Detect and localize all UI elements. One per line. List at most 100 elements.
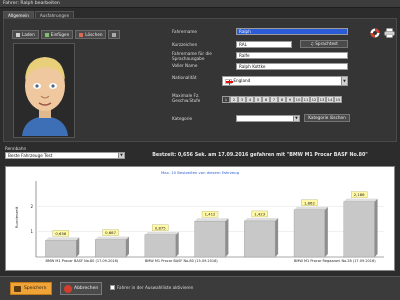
driver-portrait-image [14,44,74,137]
speed-level-6[interactable]: 6 [262,96,270,103]
track-select[interactable]: Beste Fahrzeuge Test ▼ [5,152,125,159]
chart-bar [194,221,226,258]
speech-test-button[interactable]: ♫ Sprachtest [300,40,348,48]
load-image-label: Laden [22,32,35,37]
delete-image-button[interactable]: Löschen [75,30,107,39]
category-select[interactable]: ▼ [236,115,300,122]
lifebuoy-icon[interactable] [370,28,380,38]
england-flag-icon [225,78,233,85]
chart-data-label: 0,875 [155,225,166,230]
speed-level-11[interactable]: 11 [302,96,310,103]
speed-level-10[interactable]: 10 [294,96,302,103]
tab-bar: Allgemein Ausfahrungen [3,11,75,18]
chart-y-tick-label: 1 [30,229,33,234]
speech-name-label: Fahrername für die Sprachausgabe [172,51,212,61]
paste-image-button[interactable]: Einfügen [40,30,74,39]
tab-general[interactable]: Allgemein [3,11,34,18]
chart-bar [343,201,375,258]
save-button[interactable]: Speichern [10,282,52,295]
chart-bar [244,220,276,258]
cancel-button[interactable]: Abbrechen [60,282,102,295]
speed-level-9[interactable]: 9 [286,96,294,103]
chart-data-label: 0,687 [105,230,116,235]
tab-races[interactable]: Ausfahrungen [34,11,75,18]
chart-bar [95,239,127,258]
chart-data-label: 1,862 [304,200,315,205]
save-label: Speichern [24,286,47,291]
chart-bar-side [374,198,378,257]
driver-name-field[interactable]: Ralph [236,28,348,35]
speed-level-15[interactable]: 15 [334,96,342,103]
speed-level-5[interactable]: 5 [254,96,262,103]
chart-bar [45,240,77,258]
chart-data-label: 0,656 [55,231,66,236]
image-toolbar: Laden Einfügen Löschen [12,30,121,39]
delete-image-label: Löschen [85,32,103,37]
chart-data-label: 2,186 [354,192,365,197]
disk-icon [112,32,117,37]
nationality-label: Nationalität [172,75,197,80]
abbreviation-label: Kurzzeichen [172,42,198,47]
speed-level-8[interactable]: 8 [278,96,286,103]
abbreviation-field[interactable]: RAL [236,41,292,48]
cancel-label: Abbrechen [74,286,99,291]
track-label: Rennbahn [5,146,27,151]
delete-category-button[interactable]: Kategorie löschen [304,114,350,122]
lap-times-chart: Max. 10 Bestzeiten von diesem Fahrzeug R… [5,166,395,271]
chart-bar [144,234,176,258]
track-value: Beste Fahrzeuge Test [8,153,53,158]
activate-driver-label: Fahrer in der Auswahlliste aktivieren [117,285,194,290]
chart-bar-side [125,236,129,257]
speed-level-1[interactable]: 1 [222,96,230,103]
chart-bar-side [324,206,328,257]
cancel-icon [64,285,72,293]
delete-icon [79,32,84,37]
chart-plot-area: 1 2 0,656 0,687 0,875 1,412 1,423 1,862 2,186 [30,181,384,258]
chart-x-category: BMW M1 Procar BASF No.80 (15.09.2016) [144,259,218,263]
paste-image-label: Einfügen [50,32,70,37]
full-name-field[interactable]: Ralph Kottke [236,63,348,70]
chart-bar-top [144,231,179,235]
chart-bar [293,209,325,258]
nationality-select[interactable]: England ▼ [222,76,348,86]
save-image-button[interactable] [108,30,121,39]
chart-bar-side [175,231,179,257]
nationality-value: England [233,78,251,83]
save-icon [14,286,21,292]
chevron-down-icon[interactable]: ▼ [118,153,124,158]
top-right-tools [370,28,395,38]
folder-icon [16,32,20,37]
speed-level-4[interactable]: 4 [246,96,254,103]
speed-level-14[interactable]: 14 [326,96,334,103]
speech-test-label: Sprachtest [315,41,338,46]
chart-bar-side [275,217,279,257]
speaker-icon: ♫ [310,41,314,46]
chart-bar-top [343,198,378,202]
paste-icon [44,32,49,37]
speech-name-field[interactable]: Ralfe [236,52,348,59]
chart-bar-side [225,218,229,257]
driver-avatar [13,43,75,138]
speed-level-7[interactable]: 7 [270,96,278,103]
load-image-button[interactable]: Laden [12,30,39,39]
driver-name-label: Fahrername [172,29,197,34]
speed-level-12[interactable]: 12 [310,96,318,103]
chevron-down-icon[interactable]: ▼ [293,116,299,121]
printer-icon[interactable] [384,28,395,38]
chart-bar-top [294,206,328,210]
chart-x-category: BMW M1 Procar Regazzoni No.28 (17.09.201… [294,259,376,263]
chevron-down-icon[interactable]: ▼ [341,77,347,85]
chart-bar-top [95,236,129,240]
speed-level-2[interactable]: 2 [230,96,238,103]
speed-level-3[interactable]: 3 [238,96,246,103]
speed-level-13[interactable]: 13 [318,96,326,103]
chart-bar-top [244,217,279,221]
chart-data-label: 1,423 [254,211,265,216]
activate-driver-checkbox[interactable] [110,285,115,290]
max-speed-label: Maximale Fz. Geschw.Stufe [172,93,201,103]
chart-y-tick-label: 2 [30,204,33,209]
chart-bar-top [45,237,80,241]
full-name-label: Voller Name [172,63,198,68]
speed-level-selector: 1 2 3 4 5 6 7 8 9 10 11 12 13 14 15 [222,96,342,103]
best-time-summary: Bestzeit: 0,656 Sek. am 17.09.2016 gefah… [152,153,368,158]
